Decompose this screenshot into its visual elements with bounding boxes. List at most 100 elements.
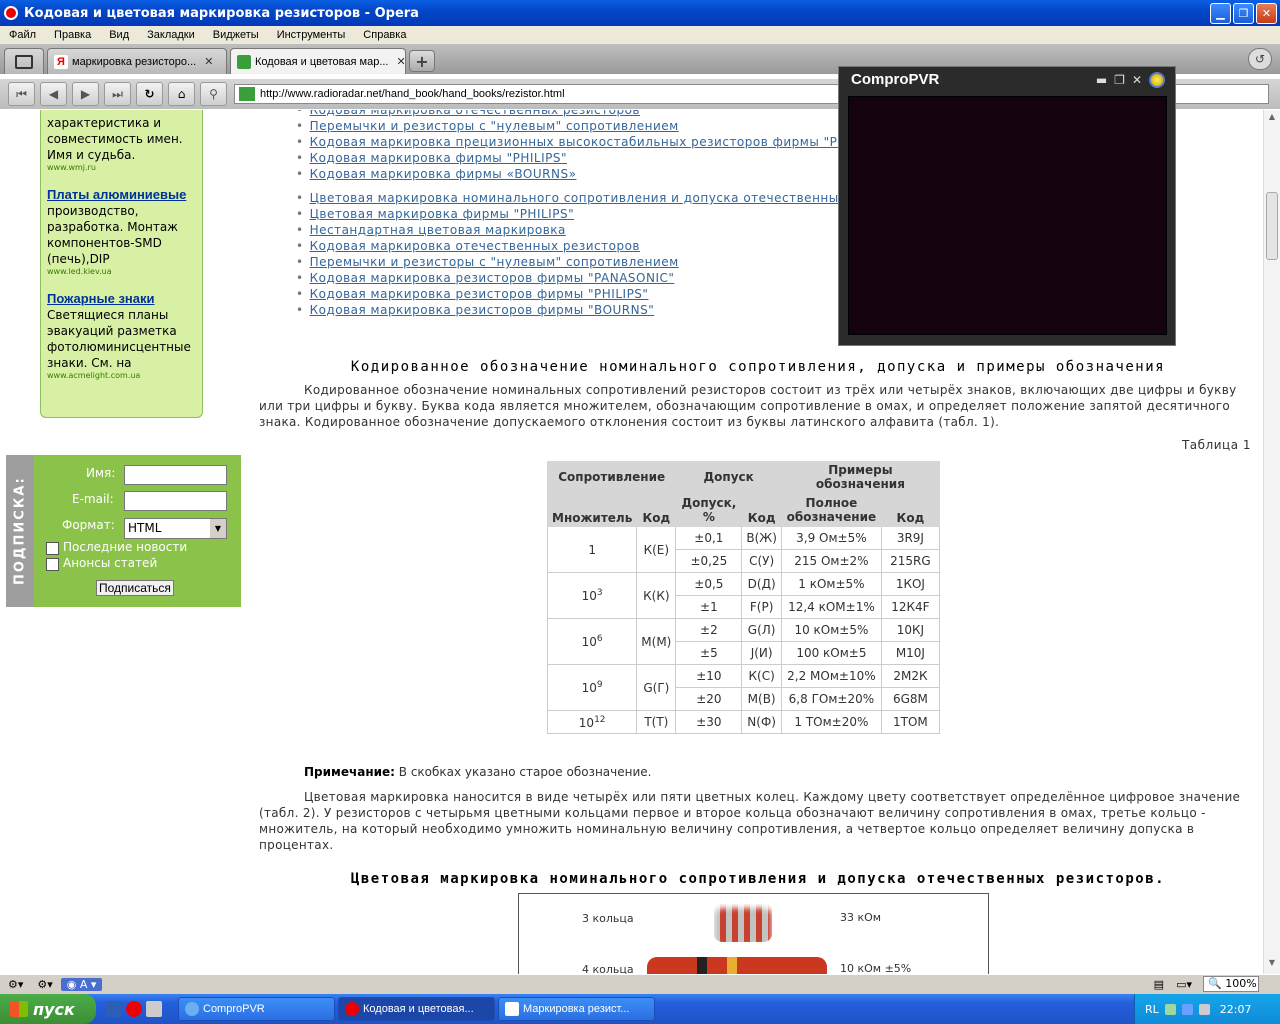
- taskbar-item-opera[interactable]: Кодовая и цветовая...: [338, 997, 495, 1021]
- ad-url[interactable]: www.led.kiev.ua: [47, 267, 196, 277]
- menu-view[interactable]: Вид: [100, 29, 138, 41]
- list-item-link[interactable]: Кодовая маркировка резисторов фирмы "PAN…: [296, 270, 928, 286]
- compropvr-window[interactable]: ComproPVR ▬ ❐ ✕: [838, 66, 1176, 346]
- word-icon[interactable]: [106, 1001, 122, 1017]
- list-item-link[interactable]: Перемычки и резисторы с "нулевым" сопрот…: [296, 118, 884, 134]
- closed-tabs-icon[interactable]: ↺: [1248, 48, 1272, 70]
- start-button[interactable]: пуск: [0, 994, 96, 1024]
- list-item-link[interactable]: Кодовая маркировка резисторов фирмы "BOU…: [296, 302, 928, 318]
- resistor-color-figure: 3 кольца 33 кОм 4 кольца 10 кОм ±5%: [518, 893, 989, 974]
- close-button[interactable]: ✕: [1256, 2, 1277, 24]
- view-mode-icon[interactable]: ◉ A ▾: [60, 978, 103, 991]
- table-row: 1012 Т(Т) ±30 N(Ф) 1 ТОм±20% 1ТОМ: [546, 710, 940, 734]
- table-cell: ±1: [675, 595, 743, 619]
- panel-toggle-button[interactable]: [4, 48, 44, 74]
- note: Примечание: В скобках указано старое обо…: [304, 765, 651, 779]
- video-screen[interactable]: [848, 96, 1167, 335]
- multiplier-cell: 1: [546, 526, 638, 573]
- format-select[interactable]: HTML ▼: [124, 518, 227, 539]
- resistance-code-cell: М(М): [636, 618, 677, 665]
- section-heading: Цветовая маркировка номинального сопроти…: [350, 871, 1166, 887]
- power-icon[interactable]: [1149, 72, 1165, 88]
- list-item-link[interactable]: Кодовая маркировка резисторов фирмы "PHI…: [296, 286, 928, 302]
- multiplier-cell: 103: [546, 572, 638, 619]
- scroll-down-icon[interactable]: ▼: [1266, 958, 1278, 972]
- maximize-button[interactable]: ❐: [1233, 2, 1254, 24]
- paragraph-text: Цветовая маркировка наносится в виде чет…: [259, 790, 1241, 852]
- opera-icon[interactable]: [126, 1001, 142, 1017]
- ad-title-link[interactable]: Пожарные знаки: [47, 291, 155, 306]
- multiplier-exponent: 6: [596, 634, 603, 644]
- news-checkbox[interactable]: [46, 542, 59, 555]
- list-item-link[interactable]: Нестандартная цветовая маркировка: [296, 222, 928, 238]
- table-cell: М(В): [741, 687, 782, 711]
- restore-icon[interactable]: ❐: [1114, 73, 1125, 87]
- zoom-control[interactable]: 🔍 100%: [1203, 976, 1259, 992]
- scroll-thumb[interactable]: [1266, 192, 1278, 260]
- menu-help[interactable]: Справка: [354, 29, 415, 41]
- volume-icon[interactable]: [1198, 1003, 1210, 1015]
- settings-icon[interactable]: ⚙▾: [8, 978, 23, 991]
- home-button[interactable]: ⌂: [168, 82, 195, 106]
- list-item-link[interactable]: Кодовая маркировка прецизионных высокост…: [296, 134, 884, 150]
- minimize-icon[interactable]: ▬: [1096, 73, 1107, 87]
- list-item-link[interactable]: Цветовая маркировка номинального сопроти…: [296, 190, 928, 206]
- tab-yandex[interactable]: Я маркировка резисторо... ✕: [47, 48, 227, 74]
- column-header: Код: [880, 492, 940, 527]
- radioradar-favicon-icon: [237, 54, 251, 69]
- menu-tools[interactable]: Инструменты: [268, 29, 355, 41]
- close-icon[interactable]: ✕: [1132, 73, 1142, 87]
- table-caption: Таблица 1: [1181, 438, 1251, 452]
- table-cell: 12,4 кОМ±1%: [780, 595, 882, 619]
- ad-url[interactable]: www.wmj.ru: [47, 163, 196, 173]
- menu-widgets[interactable]: Виджеты: [204, 29, 268, 41]
- list-item-link[interactable]: Перемычки и резисторы с "нулевым" сопрот…: [296, 254, 928, 270]
- subscribe-button[interactable]: Подписаться: [96, 580, 174, 596]
- tab-close-icon[interactable]: ✕: [397, 55, 406, 68]
- email-input[interactable]: [124, 491, 227, 511]
- menu-edit[interactable]: Правка: [45, 29, 100, 41]
- list-item-link[interactable]: Кодовая маркировка фирмы "PHILIPS": [296, 150, 884, 166]
- taskbar-item-compropvr[interactable]: ComproPVR: [178, 997, 335, 1021]
- taskbar-item-word[interactable]: Маркировка резист...: [498, 997, 655, 1021]
- table-cell: G(Л): [741, 618, 782, 642]
- links-list-2: Цветовая маркировка номинального сопроти…: [296, 190, 928, 318]
- menu-file[interactable]: Файл: [0, 29, 45, 41]
- network-icon[interactable]: ⚙▾: [37, 978, 52, 991]
- ad-text: Светящиеся планы эвакуаций разметка фото…: [47, 308, 191, 370]
- table-cell: С(У): [741, 549, 782, 573]
- list-item-link[interactable]: Цветовая маркировка фирмы "PHILIPS": [296, 206, 928, 222]
- multiplier-exponent: 9: [596, 680, 603, 690]
- new-tab-button[interactable]: +: [409, 50, 435, 72]
- articles-checkbox[interactable]: [46, 558, 59, 571]
- forward-button[interactable]: ▶: [72, 82, 99, 106]
- fit-icon[interactable]: ▭▾: [1176, 978, 1192, 991]
- table-cell: 12К4F: [880, 595, 940, 619]
- multiplier-base: 10: [581, 635, 597, 649]
- notepad-icon[interactable]: [146, 1001, 162, 1017]
- list-item-link[interactable]: Кодовая маркировка отечественных резисто…: [296, 110, 884, 118]
- site-favicon-icon: [239, 87, 255, 101]
- back-button[interactable]: ◀: [40, 82, 67, 106]
- reload-button[interactable]: ↻: [136, 82, 163, 106]
- table-cell: ±0,25: [675, 549, 743, 573]
- minimize-button[interactable]: ▁: [1210, 2, 1231, 24]
- table-cell: М10J: [880, 641, 940, 665]
- tab-active[interactable]: Кодовая и цветовая мар... ✕: [230, 48, 406, 74]
- tray-icon[interactable]: [1181, 1003, 1193, 1015]
- fast-forward-button[interactable]: ⏭: [104, 82, 131, 106]
- tray-icon[interactable]: [1164, 1003, 1176, 1015]
- language-indicator[interactable]: RL: [1145, 1003, 1159, 1016]
- ad-title-link[interactable]: Платы алюминиевые: [47, 187, 186, 202]
- ad-url[interactable]: www.acmelight.com.ua: [47, 371, 196, 381]
- scroll-up-icon[interactable]: ▲: [1266, 112, 1278, 126]
- list-item-link[interactable]: Кодовая маркировка фирмы «BOURNS»: [296, 166, 884, 182]
- list-item-link[interactable]: Кодовая маркировка отечественных резисто…: [296, 238, 928, 254]
- vertical-scrollbar[interactable]: ▲ ▼: [1263, 110, 1280, 974]
- tab-close-icon[interactable]: ✕: [204, 55, 213, 68]
- wand-button[interactable]: ⚲: [200, 82, 227, 106]
- menu-bookmarks[interactable]: Закладки: [138, 29, 204, 41]
- name-input[interactable]: [124, 465, 227, 485]
- page-icon[interactable]: ▤: [1154, 978, 1164, 991]
- rewind-button[interactable]: ⏮: [8, 82, 35, 106]
